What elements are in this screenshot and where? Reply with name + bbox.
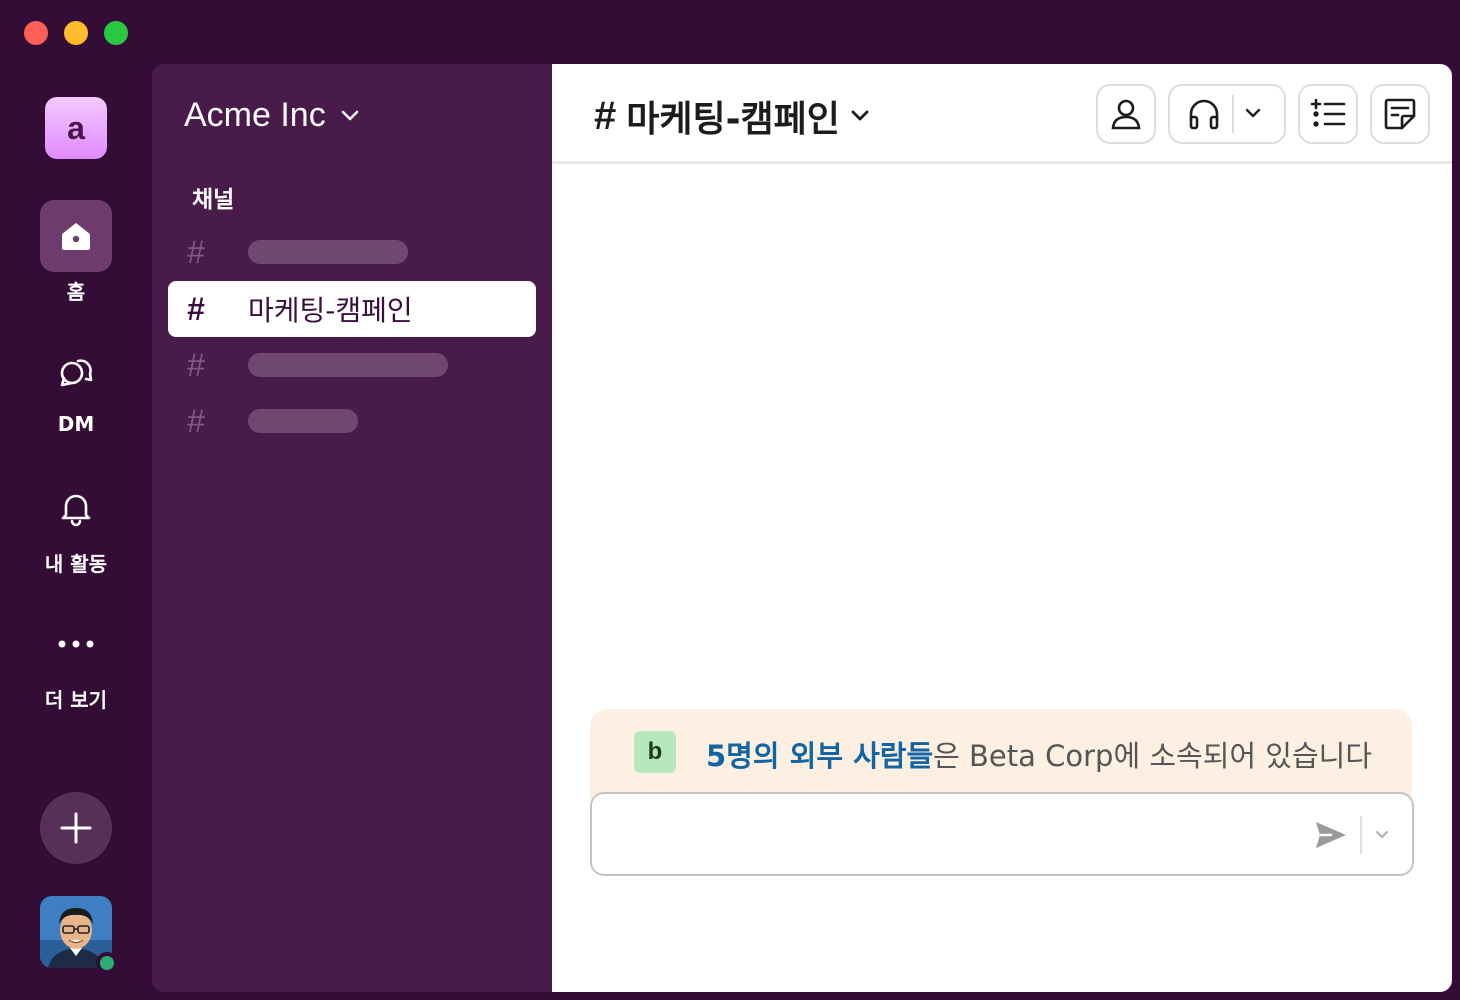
- sidebar-channel-item[interactable]: #: [168, 337, 536, 393]
- channel-name: 마케팅-캠페인: [248, 294, 413, 327]
- close-window-button[interactable]: [24, 21, 48, 45]
- workspace-switcher[interactable]: Acme Inc: [184, 96, 360, 135]
- channel-hash-icon: #: [187, 346, 205, 383]
- note-icon: [1384, 98, 1416, 130]
- channel-header: # 마케팅-캠페인: [552, 64, 1452, 164]
- chevron-down-icon: [851, 110, 869, 121]
- sidebar-channel-item[interactable]: #: [168, 224, 536, 280]
- home-button[interactable]: [40, 200, 112, 272]
- activity-button[interactable]: [40, 472, 112, 544]
- bell-icon: [61, 494, 91, 527]
- channel-hash-icon: #: [594, 93, 617, 138]
- rail-item-home[interactable]: 홈: [0, 200, 152, 305]
- channel-main-pane: # 마케팅-캠페인 b 5명의 외부 사람들은 Beta Corp에 소속되어 …: [552, 64, 1452, 992]
- canvas-button[interactable]: [1370, 84, 1430, 144]
- person-icon: [1111, 99, 1141, 130]
- rail-item-dm[interactable]: DM: [0, 336, 152, 436]
- headphones-icon: [1189, 99, 1219, 130]
- chevron-down-icon[interactable]: [1374, 830, 1390, 840]
- rail-item-activity[interactable]: 내 활동: [0, 472, 152, 577]
- home-icon: [62, 223, 90, 250]
- workspace-name: Acme Inc: [184, 96, 326, 134]
- sidebar-channel-item[interactable]: #: [168, 393, 536, 449]
- rail-label-activity: 내 활동: [44, 552, 108, 576]
- huddle-button[interactable]: [1168, 84, 1286, 144]
- channel-title: 마케팅-캠페인: [626, 99, 840, 140]
- send-divider: [1360, 816, 1362, 854]
- send-controls: [1314, 816, 1390, 854]
- members-button[interactable]: [1096, 84, 1156, 144]
- external-people-link[interactable]: 5명의 외부 사람들: [706, 739, 933, 773]
- rail-label-more: 더 보기: [44, 688, 108, 712]
- channel-hash-icon: #: [187, 402, 205, 439]
- org-badge: b: [634, 731, 676, 773]
- workspace-rail: a 홈 DM 내 활동 더 보기: [0, 64, 152, 1000]
- more-button[interactable]: [40, 608, 112, 680]
- dm-button[interactable]: [40, 336, 112, 408]
- user-avatar[interactable]: [40, 896, 118, 974]
- external-banner-text: 5명의 외부 사람들은 Beta Corp에 소속되어 있습니다: [706, 733, 1372, 775]
- external-people-banner: b 5명의 외부 사람들은 Beta Corp에 소속되어 있습니다: [590, 709, 1412, 799]
- maximize-window-button[interactable]: [104, 21, 128, 45]
- presence-indicator: [96, 952, 118, 974]
- dm-icon: [60, 359, 93, 387]
- channel-details-button[interactable]: [1298, 84, 1358, 144]
- channel-sidebar: Acme Inc 채널 # # 마케팅-캠페인 # #: [152, 64, 552, 992]
- list-icon: [1310, 98, 1346, 127]
- external-banner-rest: 은 Beta Corp에 소속되어 있습니다: [933, 739, 1373, 773]
- channel-hash-icon: #: [187, 233, 205, 270]
- channels-section-title[interactable]: 채널: [192, 180, 234, 214]
- window-controls: [24, 21, 128, 45]
- minimize-window-button[interactable]: [64, 21, 88, 45]
- rail-label-dm: DM: [57, 412, 95, 436]
- rail-item-more[interactable]: 더 보기: [0, 608, 152, 713]
- chevron-down-icon[interactable]: [1244, 108, 1262, 120]
- channel-name-placeholder: [248, 240, 408, 264]
- send-icon[interactable]: [1314, 820, 1348, 850]
- message-composer[interactable]: [590, 792, 1414, 876]
- sidebar-channel-marketing[interactable]: # 마케팅-캠페인: [168, 281, 536, 337]
- channel-name-placeholder: [248, 409, 358, 433]
- more-icon: [58, 640, 94, 648]
- channel-name-placeholder: [248, 353, 448, 377]
- rail-label-home: 홈: [66, 280, 86, 304]
- channel-title-button[interactable]: # 마케팅-캠페인: [594, 90, 870, 142]
- plus-icon: [60, 812, 92, 844]
- workspace-icon[interactable]: a: [45, 97, 107, 159]
- huddle-divider: [1232, 95, 1234, 133]
- add-button[interactable]: [40, 792, 112, 864]
- chevron-down-icon: [341, 110, 359, 120]
- channel-hash-icon: #: [187, 290, 205, 327]
